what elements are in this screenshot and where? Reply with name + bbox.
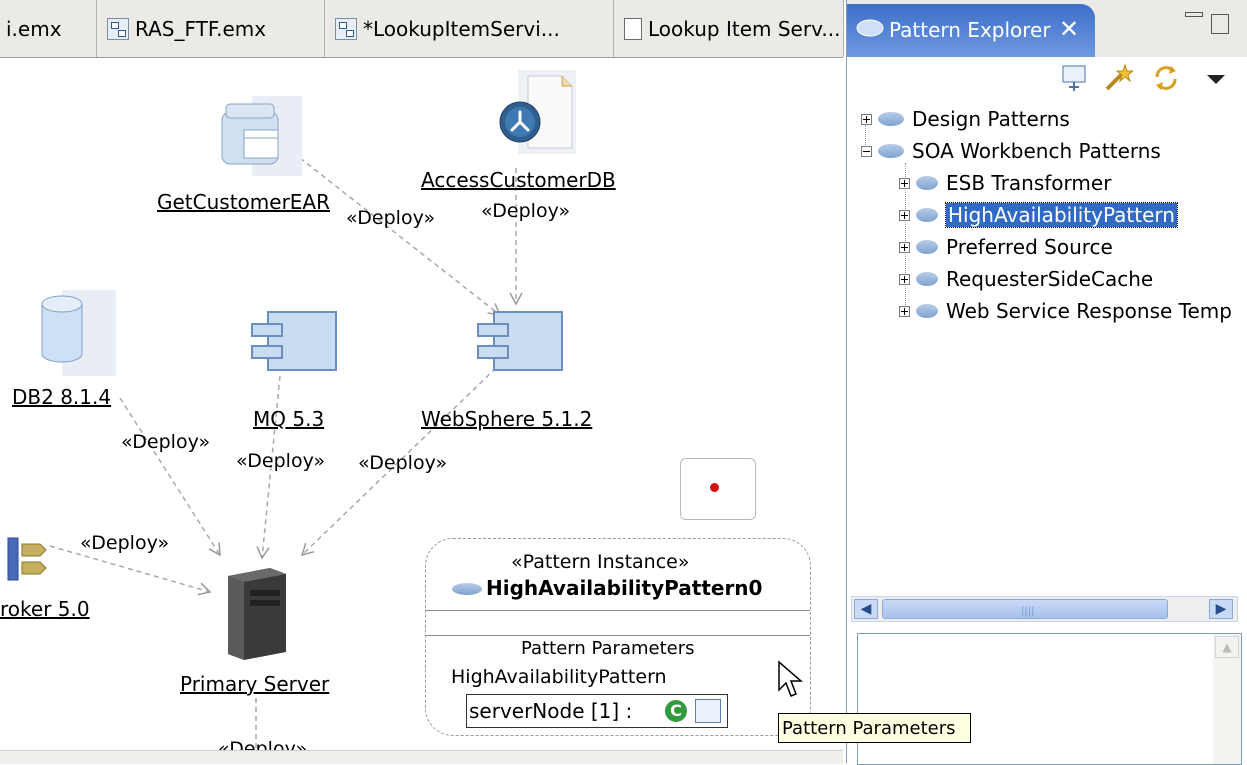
pattern-name-label: HighAvailabilityPattern — [451, 666, 667, 688]
deploy-stereotype: «Deploy» — [80, 532, 170, 554]
broker-icon[interactable] — [0, 536, 48, 582]
tree-item-high-availability[interactable]: HighAvailabilityPattern — [899, 201, 1178, 229]
pattern-explorer-icon — [856, 19, 884, 37]
tab-pattern-explorer[interactable]: Pattern Explorer ✕ — [847, 4, 1095, 57]
mouse-cursor-icon — [778, 660, 804, 697]
import-pattern-icon[interactable] — [1059, 63, 1089, 93]
close-icon[interactable]: ✕ — [1059, 15, 1079, 43]
pattern-details-pane: ▲ — [857, 633, 1242, 765]
new-pattern-wand-icon[interactable] — [1103, 63, 1133, 93]
expand-icon[interactable] — [899, 305, 910, 317]
emx-model-icon — [107, 17, 129, 40]
deploy-stereotype: «Deploy» — [121, 431, 211, 453]
component-icon[interactable] — [474, 310, 566, 374]
tooltip: Pattern Parameters — [778, 713, 971, 743]
tree-item-soa-workbench[interactable]: SOA Workbench Patterns — [861, 137, 1161, 165]
divider — [426, 635, 810, 636]
expand-icon[interactable] — [899, 241, 910, 253]
tab-label: *LookupItemServi... — [363, 16, 560, 41]
expand-icon[interactable] — [899, 177, 910, 189]
pattern-group-icon — [878, 144, 904, 158]
divider — [426, 610, 810, 611]
pattern-cloud-icon — [452, 583, 482, 595]
minimize-icon[interactable] — [1185, 12, 1203, 17]
scroll-left-icon[interactable]: ◀ — [854, 599, 878, 619]
editor-tab-lookup-item-doc[interactable]: Lookup Item Serv... — [614, 0, 844, 57]
deploy-stereotype: «Deploy» — [236, 450, 326, 472]
tree-item-label: Design Patterns — [912, 107, 1070, 131]
tree-item-label: Preferred Source — [946, 235, 1113, 259]
node-label-mq[interactable]: MQ 5.3 — [253, 407, 324, 431]
maximize-icon[interactable] — [1211, 14, 1229, 34]
expand-icon[interactable] — [899, 209, 910, 221]
pattern-explorer-panel: Pattern Explorer ✕ Design Patterns SOA W… — [846, 0, 1247, 765]
pattern-note-bubble[interactable] — [680, 458, 756, 520]
database-access-icon[interactable] — [492, 70, 576, 154]
pattern-icon — [916, 272, 938, 286]
view-menu-chevron-down-icon[interactable] — [1201, 63, 1231, 93]
tree-item-esb-transformer[interactable]: ESB Transformer — [899, 169, 1111, 197]
panel-title: Pattern Explorer — [889, 18, 1051, 42]
tree-item-label: RequesterSideCache — [946, 267, 1154, 291]
scroll-right-icon[interactable]: ▶ — [1209, 599, 1233, 619]
scroll-thumb[interactable]: |||| — [882, 599, 1168, 619]
status-dot-icon — [710, 483, 719, 492]
tree-item-web-service-response[interactable]: Web Service Response Temp — [899, 297, 1232, 325]
tab-label: i.emx — [6, 16, 62, 41]
document-icon — [624, 17, 642, 40]
node-label-accessdb[interactable]: AccessCustomerDB — [421, 168, 616, 192]
details-vertical-scrollbar[interactable]: ▲ — [1213, 634, 1241, 764]
param-slot-icon[interactable] — [695, 699, 721, 723]
params-heading: Pattern Parameters — [521, 638, 695, 659]
pattern-tree: Design Patterns SOA Workbench Patterns E… — [847, 101, 1242, 596]
pattern-stereotype: «Pattern Instance» — [511, 551, 690, 573]
deploy-stereotype: «Deploy» — [481, 200, 571, 222]
panel-toolbar — [847, 57, 1247, 101]
pattern-icon — [916, 176, 938, 190]
class-c-icon: C — [665, 700, 687, 722]
collapse-icon[interactable] — [861, 145, 872, 157]
panel-title-bar: Pattern Explorer ✕ — [847, 0, 1247, 58]
tree-item-label: ESB Transformer — [946, 171, 1112, 195]
pattern-instance-name: HighAvailabilityPattern0 — [486, 576, 763, 600]
editor-horizontal-scrollbar[interactable] — [0, 750, 843, 764]
sync-icon[interactable] — [1151, 63, 1181, 93]
tree-item-design-patterns[interactable]: Design Patterns — [861, 105, 1070, 133]
node-label-websphere[interactable]: WebSphere 5.1.2 — [421, 407, 592, 431]
deploy-stereotype: «Deploy» — [358, 452, 448, 474]
param-label: serverNode [1] : — [469, 699, 633, 723]
database-cylinder-icon[interactable] — [34, 290, 116, 376]
tab-label: Lookup Item Serv... — [648, 16, 841, 41]
editor-tab-bar: i.emx RAS_FTF.emx *LookupItemServi... Lo… — [0, 0, 844, 58]
tree-item-label: HighAvailabilityPattern — [945, 202, 1178, 228]
editor-tab-emx-1[interactable]: i.emx — [0, 0, 97, 57]
node-label-db2[interactable]: DB2 8.1.4 — [12, 385, 111, 409]
node-label-getcustomer[interactable]: GetCustomerEAR — [157, 190, 330, 214]
tree-item-preferred-source[interactable]: Preferred Source — [899, 233, 1113, 261]
tree-item-label: SOA Workbench Patterns — [912, 139, 1161, 163]
deploy-stereotype: «Deploy» — [346, 207, 436, 229]
pattern-icon — [916, 208, 938, 222]
node-label-primary[interactable]: Primary Server — [180, 672, 329, 696]
server-node-param[interactable]: serverNode [1] : C — [466, 694, 728, 728]
expand-icon[interactable] — [861, 113, 872, 125]
editor-tab-ras-ftf[interactable]: RAS_FTF.emx — [97, 0, 325, 57]
emx-model-icon — [335, 17, 357, 40]
tree-horizontal-scrollbar[interactable]: ◀ |||| ▶ — [851, 596, 1238, 622]
server-tower-icon[interactable] — [222, 566, 292, 660]
pattern-group-icon — [878, 112, 904, 126]
pattern-icon — [916, 304, 938, 318]
node-label-broker[interactable]: roker 5.0 — [0, 597, 90, 621]
scroll-up-icon[interactable]: ▲ — [1215, 636, 1239, 658]
expand-icon[interactable] — [899, 273, 910, 285]
ear-archive-icon[interactable] — [212, 96, 302, 176]
component-icon[interactable] — [248, 310, 340, 374]
tree-item-label: Web Service Response Temp — [946, 299, 1232, 323]
tab-label: RAS_FTF.emx — [135, 16, 267, 41]
editor-tab-lookup-item-service[interactable]: *LookupItemServi... — [325, 0, 614, 57]
tree-item-requester-side-cache[interactable]: RequesterSideCache — [899, 265, 1153, 293]
pattern-icon — [916, 240, 938, 254]
